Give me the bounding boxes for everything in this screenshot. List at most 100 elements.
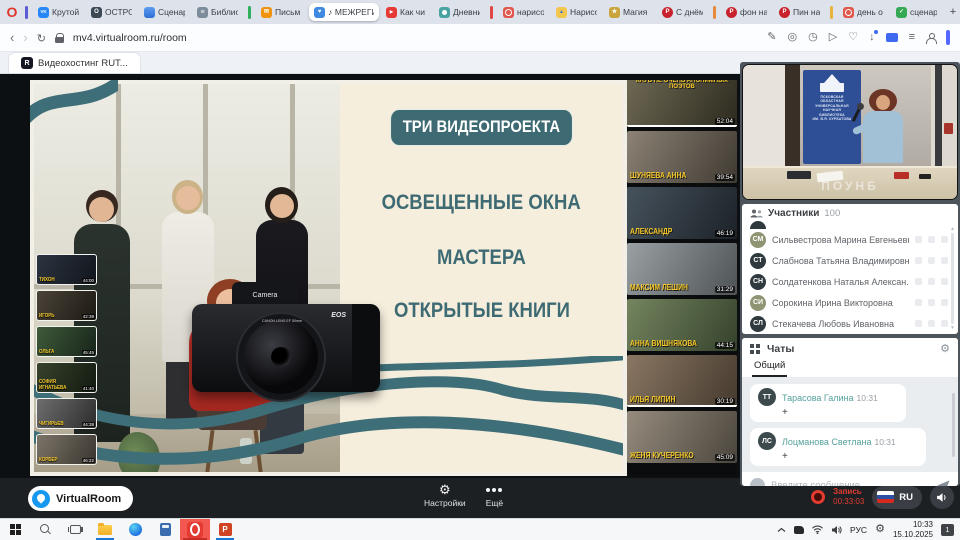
chat-scrollbar[interactable] xyxy=(951,382,956,468)
file-explorer-button[interactable] xyxy=(90,519,120,540)
sidebar-toggle-icon[interactable] xyxy=(946,30,950,45)
calculator-button[interactable] xyxy=(150,519,180,540)
tab-group-indicator[interactable] xyxy=(248,6,251,19)
browser-tab-active[interactable]: ♪МЕЖРЕГИ xyxy=(309,3,379,21)
history-icon[interactable] xyxy=(808,32,818,43)
record-icon[interactable] xyxy=(811,490,825,504)
scrollbar-track[interactable] xyxy=(951,233,954,324)
browser-tab[interactable]: Письм xyxy=(256,3,307,21)
profile-icon[interactable] xyxy=(926,33,935,43)
tray-expand-icon[interactable] xyxy=(777,527,786,533)
snapshot-icon[interactable] xyxy=(788,32,798,43)
browser-tab[interactable]: Нарисо xyxy=(551,3,602,21)
tray-settings-icon[interactable] xyxy=(875,524,885,535)
wallet-icon[interactable] xyxy=(886,33,898,42)
volume-icon[interactable] xyxy=(831,525,842,535)
wifi-icon[interactable] xyxy=(812,525,823,534)
participants-list[interactable]: СМСильвестрова Марина Евгеньевна СТСлабн… xyxy=(742,221,958,334)
video-thumbnail[interactable]: АННА ВИШНЯКОВА44:15 xyxy=(627,299,737,351)
page-tab-rutube[interactable]: Видеохостинг RUT... xyxy=(8,52,141,73)
language-switch[interactable]: RU xyxy=(872,486,922,509)
video-thumbnail[interactable]: ИГОРЬ42:39 xyxy=(36,290,97,321)
video-thumbnail[interactable]: ШУНЯЕВА АННА39:54 xyxy=(627,131,737,183)
chat-messages[interactable]: ТТ Тарасова Галина10:31 + ЛС Лоцманова С… xyxy=(742,378,958,472)
participant-row[interactable]: СЛСтекачева Любовь Ивановна xyxy=(750,313,948,334)
reading-list-icon[interactable] xyxy=(909,32,915,43)
bookmark-icon[interactable] xyxy=(848,32,858,43)
send-icon[interactable] xyxy=(937,480,950,487)
browser-tab[interactable]: сценар xyxy=(891,3,942,21)
share-icon[interactable] xyxy=(767,32,776,43)
video-thumbnail[interactable]: ИЛЬЯ ЛИПИН30:19 xyxy=(627,355,737,407)
settings-button[interactable]: Настройки xyxy=(424,483,466,508)
notification-center-button[interactable]: 1 xyxy=(941,524,954,536)
more-icon[interactable] xyxy=(941,320,948,327)
more-icon[interactable] xyxy=(941,299,948,306)
edge-browser-button[interactable] xyxy=(120,519,150,540)
tray-app-icon[interactable] xyxy=(794,526,804,534)
input-language[interactable]: РУС xyxy=(850,525,867,535)
start-button[interactable] xyxy=(0,519,30,540)
player-icon[interactable] xyxy=(829,32,837,43)
browser-tab[interactable]: ОСТРО xyxy=(86,3,137,21)
tab-group-indicator[interactable] xyxy=(25,6,28,19)
reload-icon[interactable] xyxy=(37,31,46,45)
video-thumbnail[interactable]: ЖЕНЯ КУЧЕРЕНКО45:09 xyxy=(627,411,737,463)
tab-group-indicator[interactable] xyxy=(490,6,493,19)
browser-tab[interactable]: Как чи xyxy=(381,3,432,21)
more-icon[interactable] xyxy=(941,236,948,243)
video-thumbnail[interactable]: МАКСИМ ЛЕШИН31:29 xyxy=(627,243,737,295)
audio-output-button[interactable] xyxy=(930,485,954,509)
more-icon[interactable] xyxy=(941,278,948,285)
opera-button[interactable] xyxy=(180,519,210,540)
watch-progress xyxy=(627,405,737,408)
taskbar-search-button[interactable] xyxy=(30,519,60,540)
message-input[interactable] xyxy=(771,480,931,487)
video-thumbnail[interactable]: КОРБЕР46:22 xyxy=(36,434,97,465)
download-icon[interactable] xyxy=(869,32,875,43)
powerpoint-button[interactable] xyxy=(210,519,240,540)
browser-tab[interactable]: фон на xyxy=(721,3,772,21)
more-icon[interactable] xyxy=(941,257,948,264)
participant-row[interactable]: СНСолдатенкова Наталья Алексан... xyxy=(750,271,948,292)
speaker-body xyxy=(863,111,903,163)
video-thumbnail[interactable]: АЛЕКСАНДР46:19 xyxy=(627,187,737,239)
video-thumbnail[interactable]: СОФИЯ ИГНАТЬЕВА41:40 xyxy=(36,362,97,393)
webcam-tile[interactable]: ПСКОВСКАЯ ОБЛАСТНАЯ УНИВЕРСАЛЬНАЯ НАУЧНА… xyxy=(742,64,958,200)
webcam-red-object xyxy=(944,123,953,134)
browser-tab[interactable]: Пин на xyxy=(774,3,825,21)
virtualroom-brand[interactable]: VirtualRoom xyxy=(28,486,133,511)
more-button[interactable]: Ещё xyxy=(486,483,503,508)
lock-icon[interactable] xyxy=(55,33,64,43)
new-tab-button[interactable] xyxy=(944,3,960,21)
participant-row[interactable]: СМСильвестрова Марина Евгеньевна xyxy=(750,229,948,250)
video-thumbnail[interactable]: КЛУБ НЕ ОЧЕНЬ АНОНИМНЫХ ПОЭТОВ52:04 xyxy=(627,80,737,127)
browser-tab[interactable]: Дневни xyxy=(434,3,485,21)
shared-screen-stage: ТРИ ВИДЕОПРОЕКТА ОСВЕЩЕННЫЕ ОКНА МАСТЕРА… xyxy=(30,80,737,476)
task-view-button[interactable] xyxy=(60,519,90,540)
opera-menu-icon[interactable]: O xyxy=(4,4,20,20)
browser-tab[interactable]: С днём xyxy=(657,3,708,21)
participants-scrollbar[interactable] xyxy=(949,226,956,331)
desk-laptop xyxy=(787,171,811,179)
browser-tab[interactable]: Крутой xyxy=(33,3,84,21)
browser-tab[interactable]: Сценар xyxy=(139,3,190,21)
chat-settings-icon[interactable] xyxy=(940,344,950,355)
browser-tab[interactable]: день о xyxy=(838,3,889,21)
taskbar-clock[interactable]: 10:33 15.10.2025 xyxy=(893,520,933,539)
participant-row[interactable]: СТСлабнова Татьяна Владимировна xyxy=(750,250,948,271)
tab-group-indicator[interactable] xyxy=(830,6,833,19)
browser-tab[interactable]: Библио xyxy=(192,3,243,21)
back-icon[interactable] xyxy=(10,31,14,44)
video-thumbnail[interactable]: ТИХОН44:00 xyxy=(36,254,97,285)
participant-row[interactable]: СИСорокина Ирина Викторовна xyxy=(750,292,948,313)
browser-tab[interactable]: Магия xyxy=(604,3,655,21)
tab-group-indicator[interactable] xyxy=(713,6,716,19)
chat-tab-general[interactable]: Общий xyxy=(752,358,787,377)
video-thumbnail[interactable]: ОЛЬГА45:45 xyxy=(36,326,97,357)
url-text[interactable]: mv4.virtualroom.ru/room xyxy=(73,32,187,44)
browser-tab[interactable]: нарисо xyxy=(498,3,549,21)
video-thumbnail[interactable]: ЧИГИРЬЕВ44:38 xyxy=(36,398,97,429)
forward-icon[interactable] xyxy=(23,31,27,44)
scrollbar-track[interactable] xyxy=(952,393,955,457)
